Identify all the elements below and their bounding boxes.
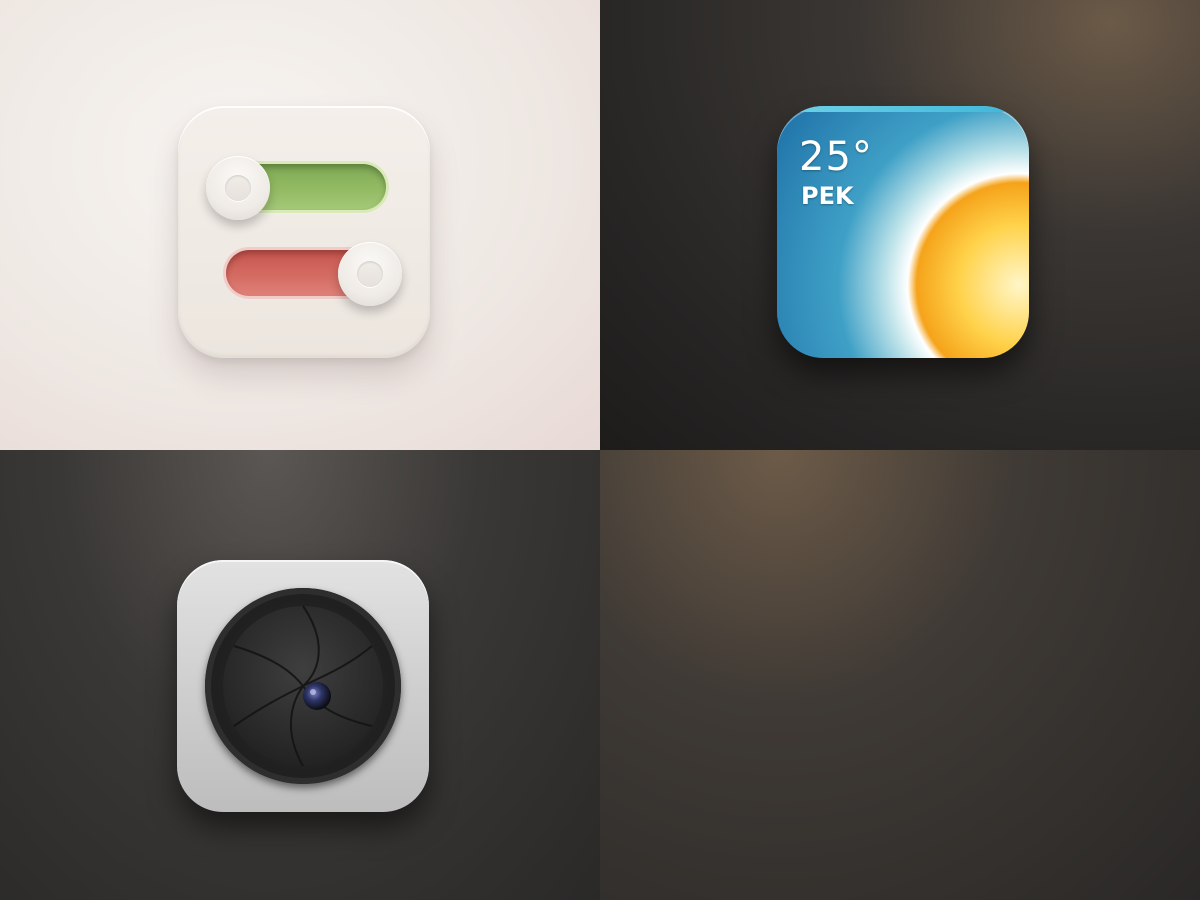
city-label: PEK xyxy=(801,182,854,210)
counter-panel: 2 6 1 xyxy=(600,450,1200,900)
aperture-icon xyxy=(223,605,383,767)
camera-icon[interactable] xyxy=(177,560,429,812)
camera-panel xyxy=(0,450,600,900)
weather-panel: 25° PEK xyxy=(600,0,1200,450)
icon-showcase: 25° PEK xyxy=(0,0,1200,900)
weather-icon[interactable]: 25° PEK xyxy=(777,106,1029,358)
settings-panel xyxy=(0,0,600,450)
temperature-label: 25° xyxy=(799,134,873,180)
toggle-off-knob xyxy=(338,242,402,306)
toggle-on-knob xyxy=(206,156,270,220)
lens xyxy=(205,588,401,784)
settings-toggle-icon[interactable] xyxy=(178,106,430,358)
